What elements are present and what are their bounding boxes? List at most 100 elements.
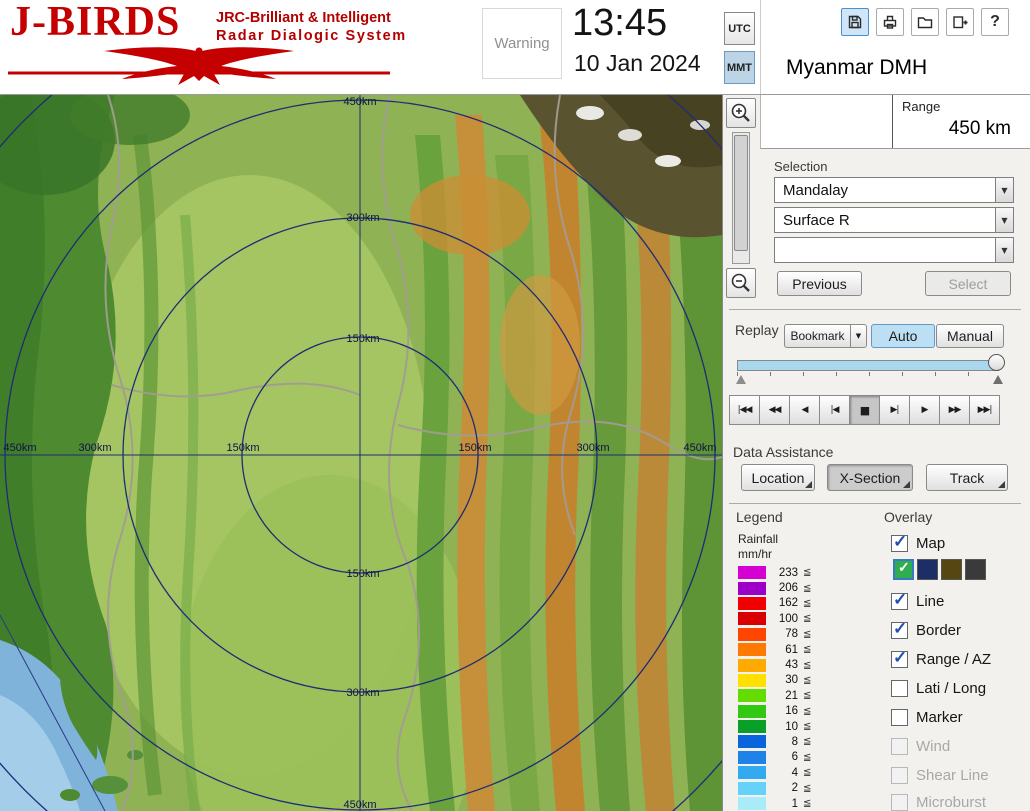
option-dropdown-value	[775, 238, 1013, 242]
play-button[interactable]: ▶	[909, 395, 940, 425]
leq-symbol: ≦	[803, 706, 811, 717]
track-button[interactable]: Track	[926, 464, 1008, 491]
warning-button[interactable]: Warning	[482, 8, 562, 79]
print-icon	[881, 13, 899, 31]
map-style-gray-swatch[interactable]	[965, 559, 986, 580]
leq-symbol: ≦	[803, 598, 811, 609]
jbirds-application: J-BIRDS JRC-Brilliant & Intelligent Rada…	[0, 0, 1030, 811]
chevron-down-icon[interactable]: ▼	[995, 238, 1013, 262]
save-button[interactable]	[841, 8, 869, 36]
skip-to-start-button[interactable]: |◀◀	[729, 395, 760, 425]
overlay-checkbox-shear-line: Shear Line	[891, 764, 989, 786]
export-button[interactable]	[946, 8, 974, 36]
legend-value: 21	[772, 690, 798, 702]
mmt-button[interactable]: MMT	[724, 51, 755, 84]
print-button[interactable]	[876, 8, 904, 36]
legend-color-swatch	[738, 751, 766, 764]
overlay-checkbox-microburst: Microburst	[891, 791, 986, 811]
header-divider	[760, 0, 761, 94]
checkbox-icon[interactable]	[891, 593, 908, 610]
zoom-slider[interactable]	[732, 132, 750, 264]
legend-value: 78	[772, 628, 798, 640]
overlay-checkbox-map[interactable]: Map	[891, 532, 945, 554]
ring-label: 150km	[346, 333, 379, 345]
product-dropdown[interactable]: Surface R ▼	[774, 207, 1014, 233]
open-file-button[interactable]	[911, 8, 939, 36]
open-folder-icon	[916, 13, 934, 31]
legend-color-swatch	[738, 612, 766, 625]
legend-label: Legend	[736, 509, 783, 525]
utc-button[interactable]: UTC	[724, 12, 755, 45]
rainfall-legend: 233≦ 206≦ 162≦ 100≦ 78≦ 61≦ 43≦ 30≦ 21≦ …	[738, 565, 811, 811]
x-section-button[interactable]: X-Section	[827, 464, 913, 491]
previous-button[interactable]: Previous	[777, 271, 862, 296]
leq-symbol: ≦	[803, 675, 811, 686]
legend-row: 2≦	[738, 780, 811, 795]
legend-color-swatch	[738, 782, 766, 795]
overlay-checkbox-marker[interactable]: Marker	[891, 706, 963, 728]
station-dropdown-value: Mandalay	[775, 178, 1013, 199]
step-forward-button[interactable]: ▶|	[879, 395, 910, 425]
leq-symbol: ≦	[803, 629, 811, 640]
header: J-BIRDS JRC-Brilliant & Intelligent Rada…	[0, 0, 1030, 95]
overlay-checkbox-lati-long[interactable]: Lati / Long	[891, 677, 986, 699]
ring-label: 450km	[683, 442, 716, 454]
checkbox-icon[interactable]	[891, 622, 908, 639]
legend-color-swatch	[738, 735, 766, 748]
logo-tagline: JRC-Brilliant & Intelligent Radar Dialog…	[216, 9, 407, 45]
overlay-checkbox-border[interactable]: Border	[891, 619, 961, 641]
radar-map-display[interactable]: 450km 300km 150km 150km 300km 450km 450k…	[0, 95, 722, 811]
stop-button[interactable]: ■	[849, 395, 880, 425]
fast-forward-button[interactable]: ▶▶	[939, 395, 970, 425]
overlay-checkbox-range-az[interactable]: Range / AZ	[891, 648, 991, 670]
option-dropdown[interactable]: ▼	[774, 237, 1014, 263]
checkbox-icon[interactable]	[891, 535, 908, 552]
step-back-button[interactable]: |◀	[819, 395, 850, 425]
legend-value: 206	[772, 582, 798, 594]
toolbar: ?	[841, 8, 1009, 36]
zoom-slider-thumb[interactable]	[734, 135, 748, 251]
playback-controls: |◀◀ ◀◀ ◀ |◀ ■ ▶| ▶ ▶▶ ▶▶|	[729, 395, 999, 425]
map-style-navy-swatch[interactable]	[917, 559, 938, 580]
station-dropdown[interactable]: Mandalay ▼	[774, 177, 1014, 203]
bookmark-button[interactable]: Bookmark ▼	[784, 324, 867, 348]
checkbox-icon[interactable]	[891, 709, 908, 726]
play-reverse-button[interactable]: ◀	[789, 395, 820, 425]
zoom-in-button[interactable]	[726, 98, 756, 128]
leq-symbol: ≦	[803, 613, 811, 624]
chevron-down-icon[interactable]: ▼	[850, 325, 866, 347]
ring-label: 150km	[226, 442, 259, 454]
select-button: Select	[925, 271, 1011, 296]
legend-color-swatch	[738, 659, 766, 672]
selection-label: Selection	[774, 159, 827, 174]
overlay-checkbox-label: Lati / Long	[916, 680, 986, 697]
chevron-down-icon[interactable]: ▼	[995, 208, 1013, 232]
legend-row: 10≦	[738, 719, 811, 734]
legend-value: 30	[772, 674, 798, 686]
overlay-checkbox-line[interactable]: Line	[891, 590, 944, 612]
help-button[interactable]: ?	[981, 8, 1009, 36]
location-button[interactable]: Location	[741, 464, 815, 491]
checkbox-icon[interactable]	[891, 680, 908, 697]
checkbox-icon[interactable]	[891, 651, 908, 668]
manual-mode-button[interactable]: Manual	[936, 324, 1004, 348]
zoom-out-button[interactable]	[726, 268, 756, 298]
chevron-down-icon[interactable]: ▼	[995, 178, 1013, 202]
leq-symbol: ≦	[803, 690, 811, 701]
legend-row: 30 ≦	[738, 673, 811, 688]
map-style-olive-swatch[interactable]	[941, 559, 962, 580]
replay-timeline-track[interactable]	[737, 360, 999, 371]
leq-symbol: ≦	[803, 583, 811, 594]
map-style-green-swatch[interactable]	[893, 559, 914, 580]
legend-unit-line1: Rainfall	[738, 532, 778, 546]
fast-rewind-button[interactable]: ◀◀	[759, 395, 790, 425]
legend-row: 1≦	[738, 796, 811, 811]
legend-color-swatch	[738, 797, 766, 810]
skip-to-end-button[interactable]: ▶▶|	[969, 395, 1000, 425]
auto-mode-button[interactable]: Auto	[871, 324, 935, 348]
legend-value: 233	[772, 567, 798, 579]
leq-symbol: ≦	[803, 767, 811, 778]
replay-timeline-handle[interactable]	[988, 354, 1005, 371]
range-divider	[892, 95, 893, 148]
legend-row: 61≦	[738, 642, 811, 657]
